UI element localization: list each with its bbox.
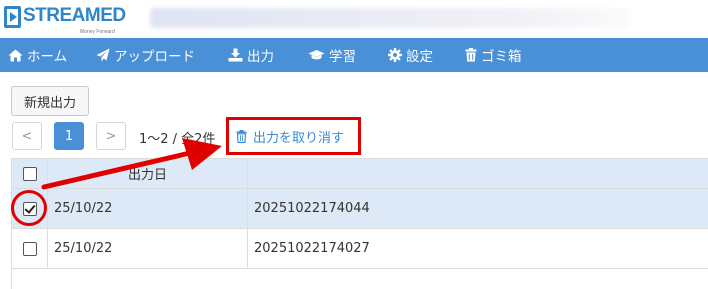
row-date: 25/10/22 <box>48 189 248 228</box>
download-icon <box>228 48 243 62</box>
row-name: 20251022174044 <box>254 201 370 216</box>
nav-item-settings[interactable]: 設定 <box>388 38 433 72</box>
streamed-logo[interactable]: STREAMED Money Forward <box>4 4 144 35</box>
annotation-circle <box>11 190 47 226</box>
nav-item-trash[interactable]: ゴミ箱 <box>465 38 522 72</box>
row-name: 20251022174027 <box>254 241 370 256</box>
trash-icon <box>236 130 247 143</box>
logo-text: STREAMED <box>23 5 126 26</box>
gear-icon <box>388 48 402 62</box>
table-row[interactable]: 25/10/22 20251022174027 <box>12 229 708 269</box>
row-date: 25/10/22 <box>48 229 248 268</box>
new-output-button[interactable]: 新規出力 <box>11 86 89 116</box>
prev-page-button[interactable]: < <box>12 122 42 150</box>
main-nav: ホーム アップロード 出力 学習 設定 ゴミ箱 <box>0 38 708 72</box>
nav-label-learning: 学習 <box>329 49 356 65</box>
column-header-date[interactable]: 出力日 <box>48 159 248 188</box>
nav-label-upload: アップロード <box>114 49 195 65</box>
table-header-row: 出力日 <box>12 158 708 189</box>
table-row[interactable]: 25/10/22 20251022174044 <box>12 189 708 229</box>
output-history-table: 出力日 25/10/22 20251022174044 25/10/22 202… <box>11 158 708 289</box>
row-select-cell <box>12 229 48 268</box>
logo-mark-icon <box>4 6 21 28</box>
nav-label-trash: ゴミ箱 <box>481 49 522 65</box>
paper-plane-icon <box>96 48 110 62</box>
next-page-button[interactable]: > <box>96 122 126 150</box>
home-icon <box>8 49 23 61</box>
column-header-name[interactable] <box>248 159 708 188</box>
cancel-output-highlight: 出力を取り消す <box>226 117 361 155</box>
nav-label-settings: 設定 <box>406 49 433 65</box>
graduation-cap-icon <box>308 50 325 60</box>
nav-item-learning[interactable]: 学習 <box>308 38 356 72</box>
row-checkbox[interactable] <box>22 241 37 256</box>
blurred-account-info <box>150 8 630 28</box>
nav-item-upload[interactable]: アップロード <box>96 38 195 72</box>
cancel-output-label: 出力を取り消す <box>253 131 345 146</box>
logo-subtext: Money Forward <box>80 29 115 35</box>
nav-item-output[interactable]: 出力 <box>228 38 274 72</box>
select-all-cell <box>12 159 48 188</box>
nav-item-home[interactable]: ホーム <box>8 38 67 72</box>
app-header: STREAMED Money Forward <box>0 0 708 38</box>
cancel-output-link[interactable]: 出力を取り消す <box>236 127 344 146</box>
pagination-range-info: 1〜2 / 全2件 <box>139 132 216 147</box>
current-page-button[interactable]: 1 <box>54 122 84 150</box>
nav-label-home: ホーム <box>27 49 68 65</box>
select-all-checkbox[interactable] <box>22 166 37 181</box>
trash-icon <box>465 48 477 62</box>
nav-label-output: 出力 <box>247 49 274 65</box>
